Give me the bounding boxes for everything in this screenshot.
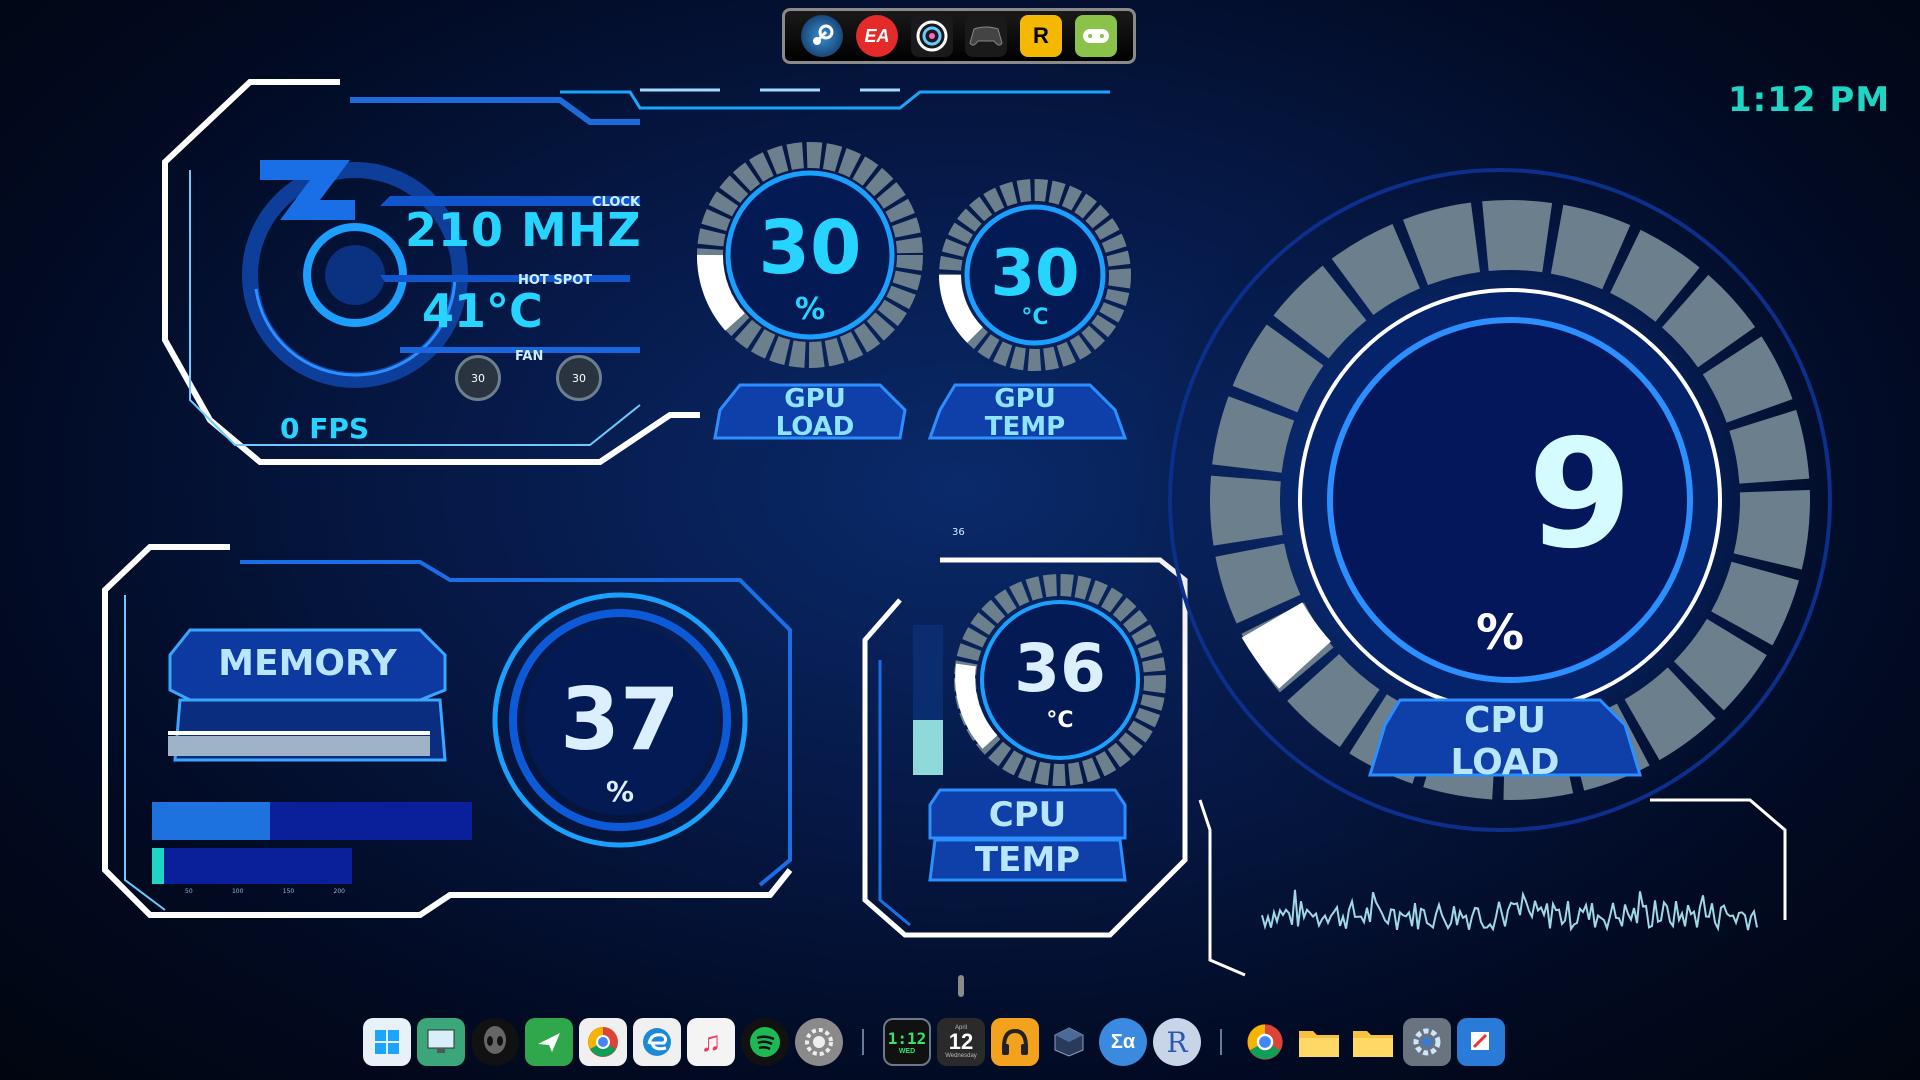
dock-separator	[1220, 1029, 1222, 1055]
airplane-app-icon[interactable]	[525, 1018, 573, 1066]
memory-value: 37	[560, 670, 680, 770]
cpu-temp-value: 36	[1014, 630, 1106, 707]
music-icon[interactable]: ♫	[687, 1018, 735, 1066]
settings-gear-icon[interactable]	[795, 1018, 843, 1066]
gpu-temp-value: 30	[990, 237, 1080, 311]
edge-icon[interactable]	[633, 1018, 681, 1066]
headphones-icon[interactable]	[991, 1018, 1039, 1066]
memory-tick: 150	[282, 888, 295, 895]
gpu-hotspot-value: 41°C	[422, 284, 543, 338]
cpu-temp-unit: °C	[1046, 708, 1074, 733]
gpu-load-label-line1: GPU	[784, 384, 846, 414]
chrome-icon-2[interactable]	[1241, 1018, 1289, 1066]
r-language-icon[interactable]: R	[1153, 1018, 1201, 1066]
memory-label: MEMORY	[218, 643, 397, 684]
digital-clock-day: WED	[898, 1048, 916, 1055]
gpu-load-label: GPU LOAD	[740, 386, 890, 440]
calendar-weekday: Wednesday	[945, 1053, 977, 1059]
thermometer-icon	[958, 975, 964, 997]
control-panel-gear-icon[interactable]	[1403, 1018, 1451, 1066]
dock-separator	[862, 1029, 864, 1055]
virtualbox-icon[interactable]	[1045, 1018, 1093, 1066]
gpu-temp-label: GPU TEMP	[950, 386, 1100, 440]
fan-1-value: 30	[471, 371, 485, 385]
memory-tick: 100	[231, 888, 244, 895]
cpu-load-label-line1: CPU	[1463, 700, 1547, 741]
digital-clock-icon[interactable]: 1:12 WED	[883, 1018, 931, 1066]
cpu-load-value: 9	[1527, 408, 1633, 582]
gpu-temp-label-line2: TEMP	[984, 412, 1066, 442]
chrome-icon[interactable]	[579, 1018, 627, 1066]
folder-icon[interactable]	[1295, 1018, 1343, 1066]
gpu-load-label-line2: LOAD	[775, 412, 855, 442]
gpu-clock-value: 210 MHZ	[405, 203, 642, 257]
calendar-icon[interactable]: April 12 Wednesday	[937, 1018, 985, 1066]
memory-tick: 50	[185, 888, 193, 895]
folder-icon-2[interactable]	[1349, 1018, 1397, 1066]
fan-gauge-1: 30	[455, 355, 501, 401]
fan-gauge-2: 30	[556, 355, 602, 401]
cpu-load-unit: %	[1475, 605, 1525, 661]
gpu-fps: 0 FPS	[280, 412, 370, 445]
gpu-fan-label: FAN	[515, 349, 544, 364]
gpu-temp-unit: °C	[1021, 305, 1049, 330]
alienware-icon[interactable]	[471, 1018, 519, 1066]
snipping-tool-icon[interactable]	[1457, 1018, 1505, 1066]
gpu-temp-label-line1: GPU	[994, 384, 1056, 414]
fan-2-value: 30	[572, 371, 586, 385]
gpu-load-unit: %	[794, 292, 826, 327]
taskbar-dock: ♫ 1:12 WED April 12 Wednesday Σα R	[360, 1010, 1560, 1074]
memory-bar-ticks: 50 100 150 200	[185, 888, 345, 895]
this-pc-icon[interactable]	[417, 1018, 465, 1066]
memory-tick: 200	[333, 888, 345, 895]
memory-unit: %	[605, 775, 635, 808]
math-app-icon[interactable]: Σα	[1099, 1018, 1147, 1066]
calendar-day: 12	[948, 1029, 974, 1054]
windows-icon[interactable]	[363, 1018, 411, 1066]
cpu-temp-label-line1: CPU	[988, 795, 1067, 835]
cpu-load-label-line2: LOAD	[1450, 742, 1560, 783]
cpu-load-graph	[1261, 889, 1758, 932]
digital-clock-time: 1:12	[887, 1029, 927, 1048]
gpu-load-value: 30	[758, 205, 862, 291]
spotify-icon[interactable]	[741, 1018, 789, 1066]
cpu-temp-label-line2: TEMP	[974, 840, 1081, 880]
cpu-temp-small-value: 36	[952, 527, 965, 538]
